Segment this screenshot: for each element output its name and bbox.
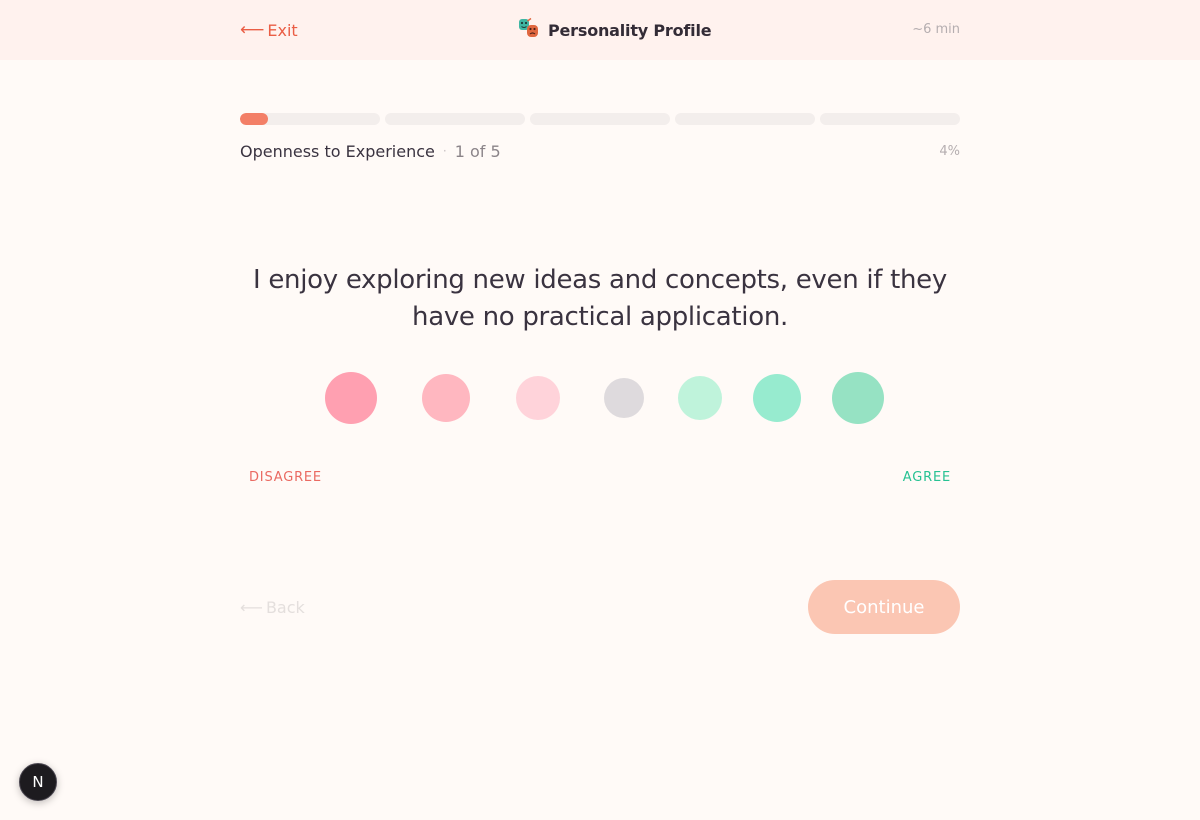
section-info: Openness to Experience · 1 of 5 4% [240, 140, 960, 162]
progress-bar [240, 113, 960, 125]
top-bar: ⟵ Exit Personality Profile ~6 min [0, 0, 1200, 60]
progress-segment [240, 113, 380, 125]
back-label: Back [265, 597, 305, 617]
back-button[interactable]: ⟵ Back [240, 597, 305, 617]
dev-badge-letter: N [32, 773, 44, 791]
scale-option-strongly-disagree[interactable] [325, 372, 377, 424]
estimated-duration: ~6 min [912, 22, 960, 37]
progress-segment [385, 113, 525, 125]
likert-scale [0, 370, 1200, 428]
theater-masks-icon [518, 17, 540, 43]
question-text: I enjoy exploring new ideas and concepts… [253, 265, 947, 332]
dev-tools-badge[interactable]: N [19, 763, 57, 801]
exit-link[interactable]: ⟵ Exit [240, 20, 298, 40]
scale-option-disagree[interactable] [422, 374, 470, 422]
scale-option-strongly-agree[interactable] [832, 372, 884, 424]
progress-percent: 4% [939, 143, 960, 159]
section-count: 1 of 5 [454, 141, 501, 161]
arrow-left-icon: ⟵ [240, 19, 265, 40]
scale-option-slightly-agree[interactable] [678, 376, 722, 420]
brand: Personality Profile [518, 17, 712, 43]
continue-button[interactable]: Continue [808, 580, 960, 634]
progress-fill [240, 113, 268, 125]
agree-label: AGREE [902, 470, 951, 485]
scale-option-slightly-disagree[interactable] [516, 376, 560, 420]
scale-option-agree[interactable] [753, 374, 801, 422]
arrow-left-icon: ⟵ [240, 597, 263, 617]
scale-option-neutral[interactable] [604, 378, 644, 418]
scale-labels: DISAGREE AGREE [249, 470, 951, 488]
progress-segment [530, 113, 670, 125]
separator-dot: · [442, 144, 447, 158]
brand-title: Personality Profile [548, 20, 712, 40]
exit-label: Exit [267, 20, 298, 40]
disagree-label: DISAGREE [249, 470, 322, 485]
progress-segment [820, 113, 960, 125]
section-name: Openness to Experience [240, 141, 435, 161]
progress-segment [675, 113, 815, 125]
